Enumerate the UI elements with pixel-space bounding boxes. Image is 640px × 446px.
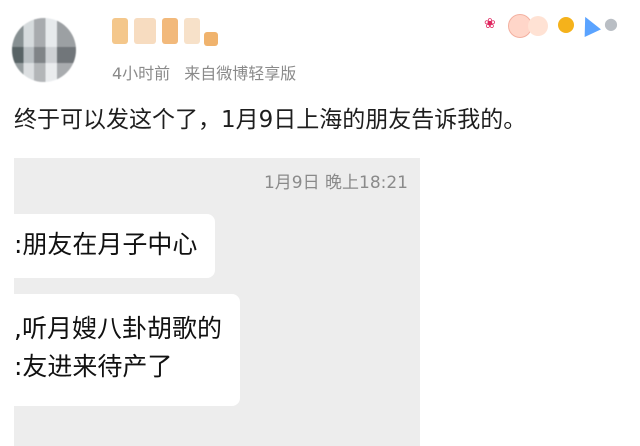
coin-icon bbox=[558, 17, 574, 33]
chat-bubble: ,听月嫂八卦胡歌的 :友进来待产了 bbox=[14, 294, 240, 406]
chat-bubble: :朋友在月子中心 bbox=[14, 214, 216, 278]
chat-bubble-line: :友进来待产了 bbox=[14, 352, 173, 381]
post-time: 4小时前 bbox=[112, 64, 171, 83]
chat-timestamp: 1月9日 晚上18:21 bbox=[263, 173, 408, 193]
post-meta: 4小时前 来自微博轻享版 bbox=[112, 60, 296, 84]
post-source[interactable]: 来自微博轻享版 bbox=[184, 64, 296, 83]
drop-icon: ● bbox=[604, 14, 618, 33]
chat-screenshot-image[interactable]: 1月9日 晚上18:21 :朋友在月子中心 ,听月嫂八卦胡歌的 :友进来待产了 bbox=[14, 158, 420, 446]
user-badges: ❀ ● bbox=[472, 13, 632, 40]
username-redacted[interactable] bbox=[112, 18, 222, 46]
chat-bubble-line: ,听月嫂八卦胡歌的 bbox=[14, 314, 222, 343]
post-text: 终于可以发这个了，1月9日上海的朋友告诉我的。 bbox=[14, 107, 527, 133]
post-header: 4小时前 来自微博轻享版 ❀ ● bbox=[0, 0, 640, 92]
face-icon bbox=[528, 16, 548, 36]
party-hat-icon bbox=[577, 13, 601, 37]
ribbon-icon: ❀ bbox=[484, 16, 496, 32]
avatar[interactable] bbox=[12, 18, 76, 82]
chat-bubble-line: :朋友在月子中心 bbox=[14, 230, 198, 259]
